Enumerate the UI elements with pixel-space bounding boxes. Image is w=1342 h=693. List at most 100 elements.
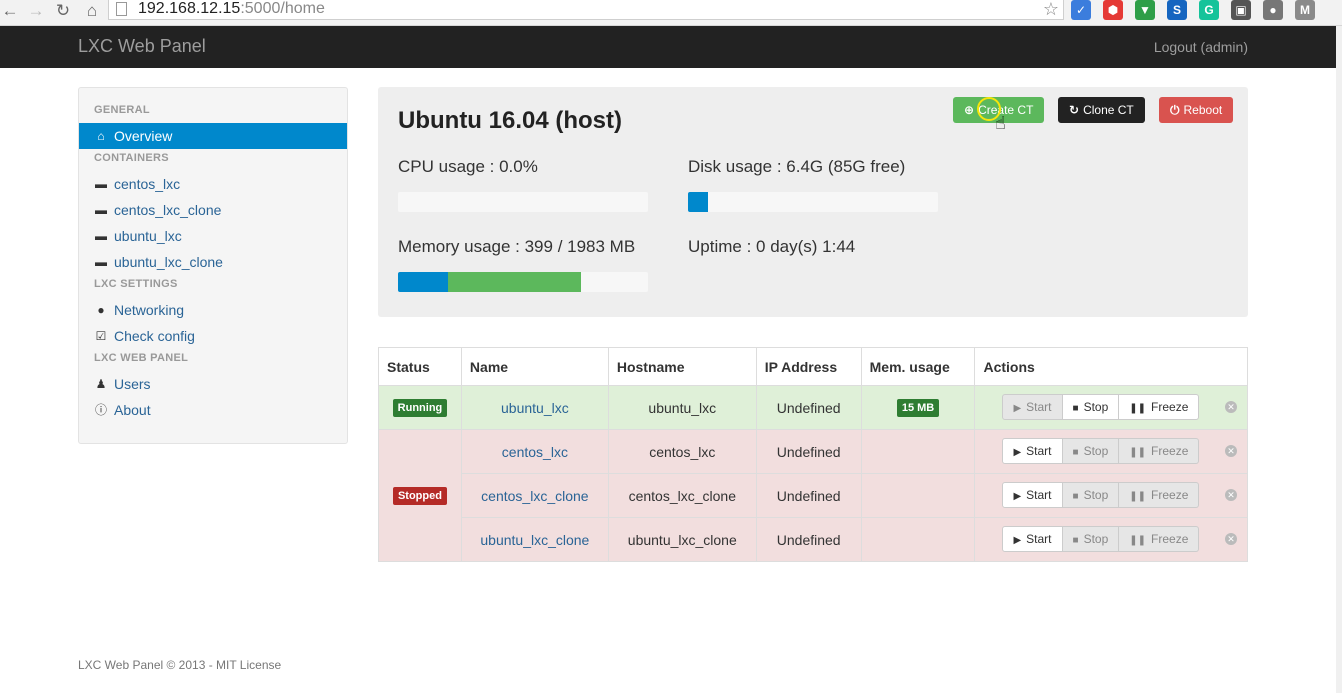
name-cell: centos_lxc (460, 429, 609, 474)
actions-cell: ▶ Start ■ Stop ❚❚ Freeze ✕ (974, 385, 1248, 430)
skype-ext-icon[interactable]: S (1167, 0, 1187, 20)
shield-ext-icon[interactable]: ▼ (1135, 0, 1155, 20)
address-bar[interactable]: 192.168.12.15:5000/home ☆ (108, 0, 1064, 20)
logout-link[interactable]: Logout (admin) (1154, 39, 1248, 55)
disk-progress-bar (688, 192, 938, 212)
info-icon: ⓘ (94, 403, 107, 417)
bookmark-star-icon[interactable]: ☆ (1043, 0, 1059, 20)
stop-button[interactable]: ■ Stop (1062, 482, 1120, 508)
table-header-row: Status Name Hostname IP Address Mem. usa… (378, 347, 1248, 386)
cpu-progress-bar (398, 192, 648, 212)
freeze-button[interactable]: ❚❚ Freeze (1119, 394, 1200, 420)
home-icon: ⌂ (97, 129, 105, 143)
freeze-button[interactable]: ❚❚ Freeze (1119, 438, 1200, 464)
destroy-icon[interactable]: ✕ (1225, 489, 1237, 501)
start-button[interactable]: ▶ Start (1002, 482, 1063, 508)
column-header-ip: IP Address (755, 347, 862, 386)
freeze-label: Freeze (1151, 532, 1189, 546)
stop-icon: ■ (1072, 447, 1079, 458)
camera-ext-icon[interactable]: ▣ (1231, 0, 1251, 20)
destroy-icon[interactable]: ✕ (1225, 401, 1237, 413)
table-row: Stopped centos_lxc centos_lxc Undefined ▶ Sta… (378, 429, 1248, 562)
sidebar-item-label: ubuntu_lxc (114, 228, 182, 244)
refresh-icon: ↻ (1069, 103, 1080, 117)
memory-cached-fill (448, 272, 581, 292)
mem-cell (860, 517, 976, 562)
play-icon: ▶ (1013, 535, 1022, 546)
check-icon: ☑ (95, 329, 107, 343)
stop-label: Stop (1083, 532, 1109, 546)
grammarly-ext-icon[interactable]: G (1199, 0, 1219, 20)
top-navbar: LXC Web Panel Logout (admin) (0, 26, 1336, 68)
start-button[interactable]: ▶ Start (1002, 438, 1063, 464)
container-name-link[interactable]: ubuntu_lxc_clone (480, 532, 589, 548)
column-header-name: Name (460, 347, 609, 386)
brand-link[interactable]: LXC Web Panel (78, 36, 206, 57)
stop-label: Stop (1083, 444, 1109, 458)
back-icon[interactable]: ← (0, 1, 20, 21)
sidebar-item-ubuntu-lxc-clone[interactable]: ▬ ubuntu_lxc_clone (79, 249, 347, 275)
start-button[interactable]: ▶ Start (1002, 526, 1063, 552)
destroy-icon[interactable]: ✕ (1225, 445, 1237, 457)
status-badge-stopped: Stopped (392, 487, 447, 505)
name-cell: ubuntu_lxc (460, 385, 609, 430)
start-label: Start (1026, 400, 1052, 414)
pause-icon: ❚❚ (1129, 535, 1147, 546)
sidebar-item-label: Users (114, 376, 151, 392)
clone-ct-button[interactable]: ↻ Clone CT (1058, 97, 1145, 123)
stop-button[interactable]: ■ Stop (1062, 526, 1120, 552)
sidebar-item-networking[interactable]: ● Networking (79, 297, 347, 323)
mem-cell (860, 473, 976, 518)
container-name-link[interactable]: ubuntu_lxc (501, 400, 569, 416)
action-button-group: ▶ Start ■ Stop ❚❚ Freeze (1002, 394, 1200, 420)
bookmark-ext-icon[interactable]: ✓ (1071, 0, 1091, 20)
home-browser-icon[interactable]: ⌂ (82, 1, 102, 21)
stop-button[interactable]: ■ Stop (1062, 438, 1120, 464)
sidebar-item-about[interactable]: ⓘ About (79, 397, 347, 423)
sidebar-item-centos-lxc-clone[interactable]: ▬ centos_lxc_clone (79, 197, 347, 223)
hdd-icon: ▬ (95, 255, 107, 269)
action-button-group: ▶ Start ■ Stop ❚❚ Freeze (1002, 526, 1200, 552)
container-name-link[interactable]: centos_lxc_clone (481, 488, 588, 504)
table-row: ubuntu_lxc_clone ubuntu_lxc_clone Undefine… (379, 517, 1248, 562)
start-button[interactable]: ▶ Start (1002, 394, 1063, 420)
sidebar-item-check-config[interactable]: ☑ Check config (79, 323, 347, 349)
sidebar: GENERAL ⌂ Overview CONTAINERS ▬ centos_lxc ▬ ce… (78, 87, 348, 444)
hostname-cell: ubuntu_lxc (607, 385, 757, 430)
sidebar-item-overview[interactable]: ⌂ Overview (79, 123, 347, 149)
ip-cell: Undefined (755, 429, 862, 474)
footer: LXC Web Panel © 2013 - MIT License (78, 658, 282, 672)
name-cell: centos_lxc_clone (460, 473, 609, 518)
globe-ext-icon[interactable]: ● (1263, 0, 1283, 20)
sidebar-item-centos-lxc[interactable]: ▬ centos_lxc (79, 171, 347, 197)
reload-icon[interactable]: ↻ (53, 1, 73, 21)
sidebar-item-label: Networking (114, 302, 185, 318)
page-scrollbar[interactable] (1336, 26, 1342, 693)
freeze-label: Freeze (1151, 488, 1189, 502)
forward-icon[interactable]: → (26, 1, 46, 21)
hostname-cell: ubuntu_lxc_clone (607, 517, 757, 562)
mail-ext-icon[interactable]: M (1295, 0, 1315, 20)
sidebar-item-label: centos_lxc (114, 176, 181, 192)
sidebar-item-label: ubuntu_lxc_clone (114, 254, 223, 270)
hdd-icon: ▬ (95, 229, 107, 243)
freeze-button[interactable]: ❚❚ Freeze (1119, 482, 1200, 508)
uptime-label: Uptime : 0 day(s) 1:44 (688, 237, 856, 256)
url-path: :5000/home (240, 0, 325, 17)
status-badge-running: Running (392, 399, 448, 417)
start-label: Start (1026, 488, 1052, 502)
stop-button[interactable]: ■ Stop (1062, 394, 1120, 420)
sidebar-header: LXC WEB PANEL (94, 352, 189, 364)
containers-table: Status Name Hostname IP Address Mem. usa… (378, 347, 1248, 562)
actions-cell: ▶ Start ■ Stop ❚❚ Freeze ✕ (974, 517, 1248, 562)
reboot-button[interactable]: ⏻ Reboot (1159, 97, 1234, 123)
hdd-icon: ▬ (95, 177, 107, 191)
sidebar-item-users[interactable]: ♟ Users (79, 371, 347, 397)
adblock-ext-icon[interactable]: ⬢ (1103, 0, 1123, 20)
table-row: centos_lxc_clone centos_lxc_clone Undefine… (379, 473, 1248, 518)
container-name-link[interactable]: centos_lxc (502, 444, 568, 460)
sidebar-item-ubuntu-lxc[interactable]: ▬ ubuntu_lxc (79, 223, 347, 249)
actions-cell: ▶ Start ■ Stop ❚❚ Freeze ✕ (974, 429, 1248, 474)
destroy-icon[interactable]: ✕ (1225, 533, 1237, 545)
freeze-button[interactable]: ❚❚ Freeze (1119, 526, 1200, 552)
